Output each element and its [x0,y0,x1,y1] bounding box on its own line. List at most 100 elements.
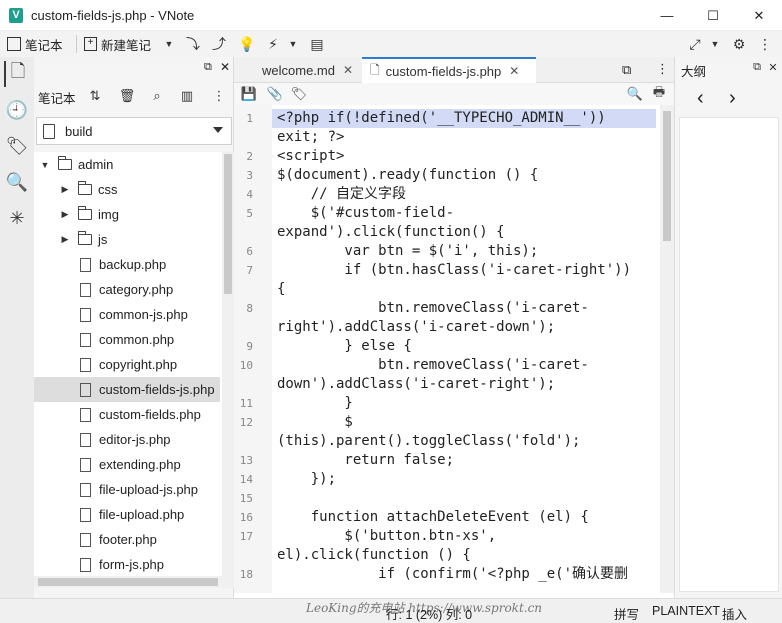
line-number: 16 [239,511,253,524]
sort-icon[interactable]: ⇅ [86,87,104,105]
tree-file[interactable]: backup.php [34,252,220,277]
minimize-button[interactable]: — [644,0,690,31]
history-icon[interactable]: 🕘 [4,97,30,123]
attachment-icon[interactable]: 📎 [266,85,284,103]
line-number: 17 [239,530,253,543]
file-icon [80,282,91,297]
flash-icon[interactable]: ⚡ [264,35,282,53]
chevron-right-icon[interactable]: ▶ [60,184,70,195]
maximize-button[interactable]: ☐ [690,0,736,31]
recycle-bin-icon[interactable]: 🗑 [118,87,136,105]
tree-file[interactable]: copyright.php [34,352,220,377]
app-logo-icon: V [9,8,23,23]
search-icon[interactable]: 🔍 [4,169,30,195]
tree-folder[interactable]: ▶ js [34,227,220,252]
tree-folder[interactable]: ▶ img [34,202,220,227]
import-icon[interactable]: ⤵ [184,35,202,53]
code-line: if (confirm('<?php _e('确认要删 [277,566,629,582]
close-button[interactable]: ✕ [736,0,782,31]
tree-file[interactable]: form-js.php [34,552,220,576]
tree-file[interactable]: common.php [34,327,220,352]
tree-file[interactable]: common-js.php [34,302,220,327]
tree-file[interactable]: custom-fields.php [34,402,220,427]
file-icon [80,357,91,372]
new-note-button[interactable]: + 新建笔记 [84,34,151,54]
tree-file[interactable]: file-upload.php [34,502,220,527]
print-icon[interactable]: 🖶 [650,84,668,103]
line-number: 11 [239,397,253,410]
layout-icon[interactable]: ▤ [308,35,326,53]
close-outline-icon[interactable]: ✕ [765,59,781,75]
expand-dropdown-icon[interactable]: ▼ [706,35,724,53]
line-number: 18 [239,568,253,581]
tag-icon[interactable]: 🏷 [290,85,308,103]
save-icon[interactable]: 💾 [240,85,258,103]
tree-folder[interactable]: ▶ css [34,177,220,202]
chevron-right-icon[interactable]: ▶ [60,234,70,245]
tree-item-label: custom-fields-js.php [99,382,215,397]
export-icon[interactable]: ⤴ [210,35,228,53]
notebook-tree: ▼ admin ▶ css ▶ img ▶ js backup.php category.php c… [34,152,234,576]
code-line: var btn = $('i', this); [277,243,539,259]
menu-dots-icon[interactable]: ⋮ [756,35,774,53]
code-line: el).click(function () { [277,547,471,563]
code-editor[interactable]: <?php if(!defined('__TYPECHO_ADMIN__')) e… [272,105,660,593]
notebook-selector[interactable]: build [36,117,232,145]
folder-icon [77,206,92,220]
tree-file[interactable]: footer.php [34,527,220,552]
flash-dropdown-icon[interactable]: ▼ [284,35,302,53]
find-in-editor-icon[interactable]: 🔍 [626,85,644,103]
tree-folder[interactable]: ▼ admin [34,152,220,177]
tab-menu-icon[interactable]: ⋮ [656,61,669,77]
chevron-right-icon[interactable]: ▶ [60,209,70,220]
line-number: 7 [246,264,253,277]
tips-icon[interactable]: 💡 [238,35,256,53]
syntax-mode[interactable]: PLAINTEXT [652,604,720,618]
notebook-menu-icon[interactable]: ⋮ [210,87,228,105]
tree-file[interactable]: editor-js.php [34,427,220,452]
chevron-down-icon [213,127,223,133]
close-panel-icon[interactable]: ✕ [220,60,230,74]
tab-1[interactable]: 🗋 custom-fields-js.php ✕ [362,57,536,83]
tree-file[interactable]: custom-fields-js.php [34,377,220,402]
float-outline-icon[interactable]: ⧉ [749,59,765,75]
tab-0[interactable]: welcome.md ✕ [234,57,358,83]
tree-file[interactable]: extending.php [34,452,220,477]
outline-prev-icon[interactable]: ‹ [697,87,704,110]
folder-icon [77,231,92,245]
tab-list-icon[interactable]: ⧉ [622,62,631,78]
code-line: if (btn.hasClass('i-caret-right')) [277,262,632,278]
editor-scrollbar[interactable] [660,105,674,593]
view-icon[interactable]: ▥ [178,87,196,105]
close-tab-icon[interactable]: ✕ [509,64,519,78]
close-tab-icon[interactable]: ✕ [343,63,353,77]
settings-gear-icon[interactable]: ⚙ [730,35,748,53]
notebook-button[interactable]: 笔记本 [7,34,63,54]
code-line: $(document).ready(function () { [277,167,539,183]
chevron-down-icon[interactable]: ▼ [40,160,50,170]
file-icon [80,457,91,472]
tree-file[interactable]: category.php [34,277,220,302]
line-number: 10 [239,359,253,372]
tag-icon[interactable]: 🏷 [4,133,30,159]
tree-horizontal-scrollbar[interactable] [34,576,234,588]
snippet-icon[interactable]: ✳ [4,205,30,231]
float-panel-icon[interactable]: ⧉ [204,61,212,74]
tree-scrollbar[interactable] [222,152,234,576]
outline-next-icon[interactable]: › [729,87,736,110]
file-icon [80,482,91,497]
find-icon[interactable]: ⌕ [148,87,166,105]
expand-icon[interactable]: ⤢ [686,35,704,53]
spellcheck-status[interactable]: 拼写 [614,604,639,623]
tree-file[interactable]: file-upload-js.php [34,477,220,502]
new-note-dropdown-icon[interactable]: ▼ [160,35,178,53]
line-number: 5 [246,207,253,220]
explorer-icon[interactable]: 🗋 [4,61,30,87]
line-number: 15 [239,492,253,505]
code-line: function attachDeleteEvent (el) { [277,509,589,525]
tree-item-label: custom-fields.php [99,407,201,422]
notebook-panel-header: ⧉ ✕ [34,57,234,79]
notebook-toolbar: 笔记本 ⇅ 🗑 ⌕ ▥ ⋮ [34,83,234,109]
tree-item-label: css [98,182,118,197]
tree-item-label: admin [78,157,114,172]
